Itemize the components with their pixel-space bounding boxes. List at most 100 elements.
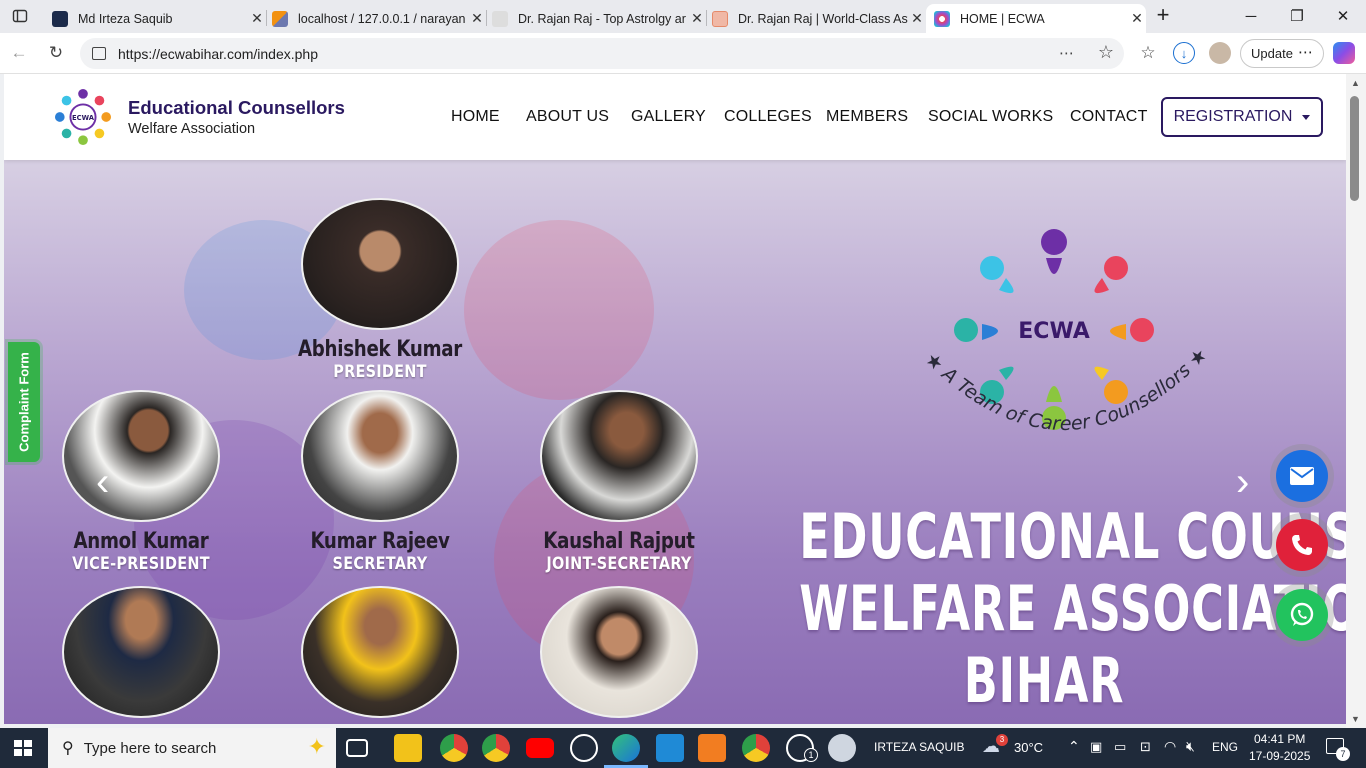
tab-title: localhost / 127.0.0.1 / narayan — [298, 11, 466, 26]
nav-social-works[interactable]: SOCIAL WORKS — [928, 108, 1053, 126]
hero-title-line2: WELFARE ASSOCIATION — [799, 572, 1346, 645]
email-button[interactable] — [1276, 450, 1328, 502]
member-card — [21, 586, 261, 724]
taskbar-user-name[interactable]: IRTEZA SAQUIB — [874, 740, 964, 754]
svg-text:ECWA: ECWA — [72, 114, 95, 122]
vscode-icon[interactable] — [656, 734, 684, 762]
clock-time[interactable]: 04:41 PM — [1254, 732, 1305, 746]
tab-localhost[interactable]: localhost / 127.0.0.1 / narayan ✕ — [266, 4, 486, 33]
member-photo — [540, 586, 698, 718]
close-tab-icon[interactable]: ✕ — [468, 10, 486, 27]
ecwa-logo[interactable]: ECWA — [54, 88, 112, 146]
restore-icon[interactable]: ❐ — [1274, 0, 1320, 32]
volume-muted-icon[interactable]: 🔇︎ — [1186, 738, 1195, 755]
chrome-alt-icon[interactable] — [742, 734, 770, 762]
nav-members[interactable]: MEMBERS — [826, 108, 908, 126]
site-favicon-icon — [492, 10, 508, 27]
tab-home-ecwa[interactable]: HOME | ECWA ✕ — [926, 4, 1146, 33]
battery-icon[interactable]: ▭ — [1114, 739, 1126, 755]
nav-about-us[interactable]: ABOUT US — [526, 108, 609, 126]
url-text[interactable]: https://ecwabihar.com/index.php — [118, 46, 318, 62]
file-explorer-icon[interactable] — [394, 734, 422, 762]
complaint-form-label: Complaint Form — [16, 352, 32, 452]
wifi-icon[interactable]: ◠ — [1164, 738, 1176, 755]
member-name: Anmol Kumar — [73, 529, 209, 554]
close-tab-icon[interactable]: ✕ — [248, 10, 266, 27]
envelope-icon — [1290, 467, 1314, 485]
taskbar-search-box[interactable]: ⚲ Type here to search ✦ — [48, 728, 336, 768]
minimize-icon[interactable]: ─ — [1228, 0, 1274, 32]
hero-title-line1: EDUCATIONAL COUNSELLORS — [799, 500, 1346, 573]
input-language[interactable]: ENG — [1212, 740, 1238, 754]
reading-mode-icon[interactable]: ⋯ — [1059, 44, 1074, 62]
notification-count: 7 — [1336, 747, 1350, 761]
close-window-icon[interactable]: ✕ — [1320, 0, 1366, 32]
phone-icon — [1292, 535, 1312, 555]
scroll-down-icon[interactable]: ▼ — [1351, 714, 1360, 724]
profile-favicon-icon — [52, 10, 68, 27]
carousel-next-icon[interactable]: › — [1236, 460, 1249, 505]
paint-icon[interactable] — [828, 734, 856, 762]
scroll-up-icon[interactable]: ▲ — [1351, 78, 1360, 88]
clock-date[interactable]: 17-09-2025 — [1249, 749, 1310, 763]
new-tab-icon[interactable]: + — [1152, 2, 1174, 27]
favorite-star-icon[interactable]: ☆ — [1098, 42, 1114, 63]
call-button[interactable] — [1276, 519, 1328, 571]
whatsapp-button[interactable] — [1276, 589, 1328, 641]
nav-home[interactable]: HOME — [451, 108, 500, 126]
carousel-prev-icon[interactable]: ‹ — [96, 460, 109, 505]
temperature[interactable]: 30°C — [1014, 740, 1043, 755]
youtube-icon[interactable] — [526, 738, 554, 758]
show-hidden-icons-icon[interactable]: ⌃ — [1068, 738, 1080, 755]
start-button-icon[interactable] — [14, 740, 32, 756]
refresh-icon[interactable]: ↻ — [45, 42, 67, 64]
site-info-icon[interactable] — [92, 47, 106, 60]
complaint-form-tab[interactable]: Complaint Form — [8, 342, 40, 462]
tab-rajan-astrology[interactable]: Dr. Rajan Raj - Top Astrolgy ar ✕ — [486, 4, 706, 33]
update-button[interactable]: Update ⋯ — [1240, 39, 1324, 68]
close-tab-icon[interactable]: ✕ — [908, 10, 926, 27]
tab-title: Dr. Rajan Raj | World-Class Ast — [738, 11, 908, 26]
nav-gallery[interactable]: GALLERY — [631, 108, 706, 126]
close-tab-icon[interactable]: ✕ — [688, 10, 706, 27]
profile-avatar-icon[interactable] — [1209, 42, 1231, 64]
nav-contact[interactable]: CONTACT — [1070, 108, 1148, 126]
nav-colleges[interactable]: COLLEGES — [724, 108, 812, 126]
member-photo — [62, 390, 220, 522]
member-card — [499, 586, 739, 724]
page-viewport: ECWA Educational Counsellors Welfare Ass… — [0, 74, 1366, 728]
edge-icon[interactable] — [612, 734, 640, 762]
member-name: Abhishek Kumar — [297, 337, 463, 362]
back-icon[interactable]: ← — [8, 42, 30, 64]
tray-device-icon[interactable]: ⊡ — [1140, 739, 1151, 755]
member-card: Abhishek Kumar PRESIDENT — [260, 198, 500, 382]
more-menu-icon[interactable]: ⋯ — [1298, 43, 1313, 61]
emblem-text: ECWA — [1018, 319, 1089, 344]
member-photo — [540, 390, 698, 522]
member-photo — [301, 586, 459, 718]
registration-dropdown-button[interactable]: REGISTRATION — [1161, 97, 1323, 137]
tab-md-irteza[interactable]: Md Irteza Saquib ✕ — [44, 4, 266, 33]
address-bar[interactable]: https://ecwabihar.com/index.php ⋯ ☆ — [80, 38, 1124, 69]
chrome-icon[interactable] — [482, 734, 510, 762]
brand-title: Educational Counsellors — [128, 97, 345, 118]
member-name: Kumar Rajeev — [310, 529, 450, 554]
tray-app-icon[interactable]: ▣ — [1090, 739, 1102, 755]
member-card: Anmol Kumar VICE-PRESIDENT — [21, 390, 261, 574]
favorites-icon[interactable]: ☆ — [1137, 42, 1159, 64]
member-name: Kaushal Rajput — [543, 529, 695, 554]
tab-actions-icon[interactable] — [9, 5, 31, 27]
copilot-icon[interactable] — [1333, 42, 1355, 64]
phpmyadmin-favicon-icon — [272, 10, 288, 27]
xampp-icon[interactable] — [698, 734, 726, 762]
windows-taskbar: ⚲ Type here to search ✦ 1 IRTEZA SAQUIB … — [0, 728, 1366, 768]
chatgpt-icon[interactable] — [570, 734, 598, 762]
scrollbar-thumb[interactable] — [1350, 96, 1359, 201]
close-tab-icon[interactable]: ✕ — [1128, 10, 1146, 27]
chrome-profile-icon[interactable] — [440, 734, 468, 762]
downloads-icon[interactable]: ↓ — [1173, 42, 1195, 64]
tab-rajan-world-class[interactable]: Dr. Rajan Raj | World-Class Ast ✕ — [706, 4, 926, 33]
task-view-icon[interactable] — [346, 739, 368, 757]
member-card: Kaushal Rajput JOINT-SECRETARY — [499, 390, 739, 574]
hero-carousel: Abhishek Kumar PRESIDENT Anmol Kumar VIC… — [4, 160, 1346, 724]
